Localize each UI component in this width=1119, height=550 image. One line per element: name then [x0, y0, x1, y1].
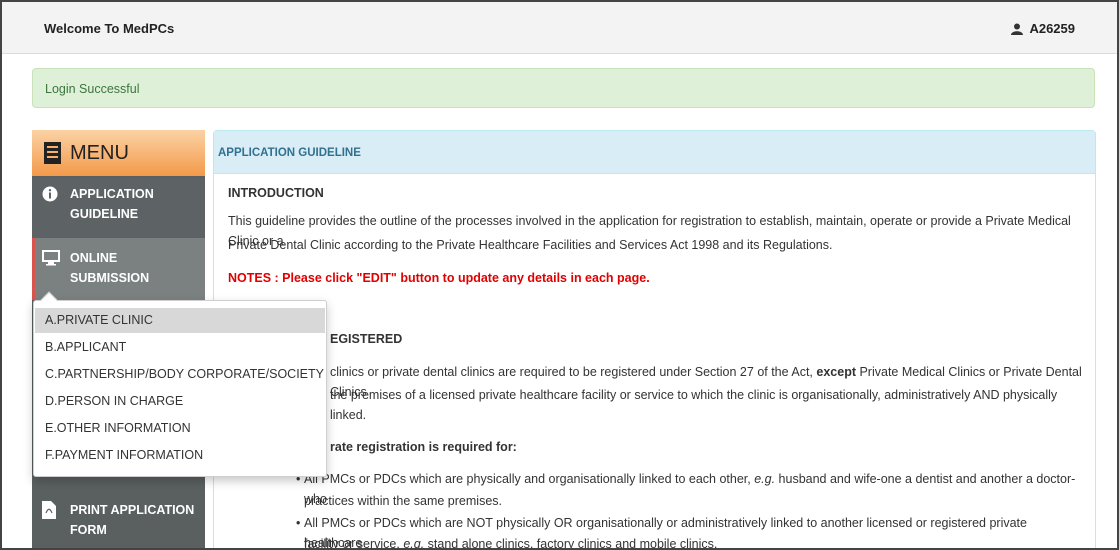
dropdown-item-other-information[interactable]: E.OTHER INFORMATION — [35, 416, 325, 441]
monitor-icon — [42, 250, 60, 266]
sidebar-item-label: GUIDELINE — [70, 207, 139, 221]
app-title[interactable]: Welcome To MedPCs — [44, 21, 174, 36]
sidebar-item-label: ONLINE — [70, 251, 118, 265]
intro-heading: INTRODUCTION — [228, 186, 324, 200]
sidebar-item-online-submission[interactable]: ONLINE SUBMISSION — [32, 238, 205, 300]
sidebar-item-label: PRINT APPLICATION — [70, 503, 195, 517]
bullet-item-2-line-2: facility or service, e.g. stand alone cl… — [304, 534, 718, 550]
user-id: A26259 — [1029, 21, 1075, 36]
eg-text: e.g. — [754, 472, 776, 486]
eg-text: e.g. — [403, 537, 425, 550]
menu-label: MENU — [70, 141, 129, 164]
info-icon — [42, 186, 58, 202]
document-icon — [44, 142, 61, 164]
dropdown-item-private-clinic[interactable]: A.PRIVATE CLINIC — [35, 308, 325, 333]
app-window: Welcome To MedPCs A26259 Login Successfu… — [0, 0, 1119, 550]
separate-registration-heading: rate registration is required for: — [330, 440, 517, 454]
top-navbar: Welcome To MedPCs A26259 — [2, 2, 1117, 54]
dropdown-item-payment-information[interactable]: F.PAYMENT INFORMATION — [35, 443, 325, 468]
sidebar-item-label: SUBMISSION — [70, 271, 150, 285]
registered-line-1-part: clinics or private dental clinics are re… — [330, 365, 817, 379]
dropdown-item-partnership[interactable]: C.PARTNERSHIP/BODY CORPORATE/SOCIETY — [35, 362, 325, 387]
panel-heading: APPLICATION GUIDELINE — [214, 131, 1095, 174]
pdf-icon — [42, 501, 56, 519]
panel-title: APPLICATION GUIDELINE — [218, 147, 361, 159]
sidebar-item-label: APPLICATION — [70, 187, 154, 201]
guideline-panel: APPLICATION GUIDELINE INTRODUCTION This … — [213, 130, 1096, 550]
bullet-item-1-line-2: practices within the same premises. — [304, 494, 502, 508]
intro-line-2: Private Dental Clinic according to the P… — [228, 238, 833, 252]
registered-line-2: the premises of a licensed private healt… — [330, 388, 1058, 422]
user-icon — [1011, 23, 1024, 35]
online-submission-dropdown: A.PRIVATE CLINIC B.APPLICANT C.PARTNERSH… — [33, 291, 327, 477]
sidebar-item-label: FORM — [70, 523, 107, 537]
bullet-text: stand alone clinics, factory clinics and… — [424, 537, 718, 550]
bullet-text: All PMCs or PDCs which are physically an… — [304, 472, 755, 486]
sidebar-item-application-guideline[interactable]: APPLICATION GUIDELINE — [32, 178, 205, 238]
menu-header[interactable]: MENU — [32, 130, 205, 176]
dropdown-item-applicant[interactable]: B.APPLICANT — [35, 335, 325, 360]
dropdown-item-person-in-charge[interactable]: D.PERSON IN CHARGE — [35, 389, 325, 414]
except-text: except — [816, 365, 856, 379]
login-success-alert: Login Successful — [32, 68, 1095, 108]
user-menu[interactable]: A26259 — [1011, 21, 1075, 36]
alert-text: Login Successful — [45, 82, 140, 96]
bullet-text: facility or service, — [304, 537, 404, 550]
registered-heading: EGISTERED — [330, 332, 403, 346]
notes-text: NOTES : Please click "EDIT" button to up… — [228, 271, 650, 285]
sidebar-item-print-application-form[interactable]: PRINT APPLICATION FORM — [32, 484, 205, 548]
